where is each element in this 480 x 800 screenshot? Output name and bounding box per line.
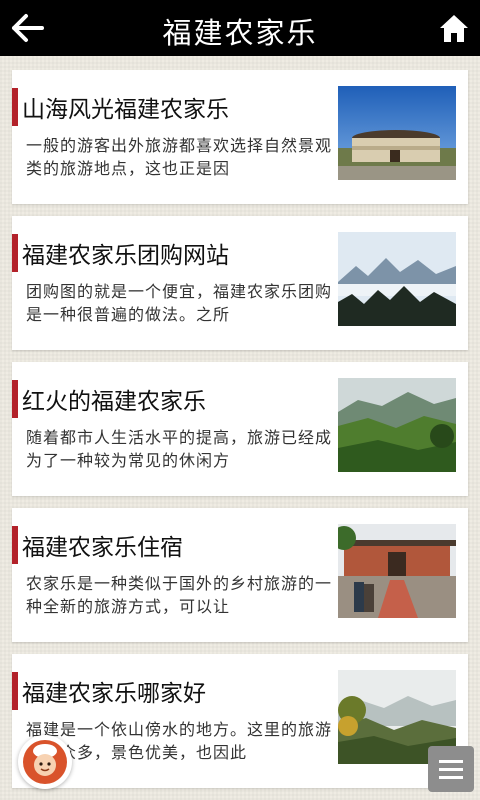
top-bar: 福建农家乐 [0,0,480,56]
article-card[interactable]: 山海风光福建农家乐 一般的游客出外旅游都喜欢选择自然景观类的旅游地点，这也正是因 [12,70,468,204]
article-title: 福建农家乐团购网站 [22,243,229,269]
article-title: 福建农家乐住宿 [22,535,183,561]
green-valley-photo [338,378,456,472]
mountain-peaks-photo [338,232,456,326]
article-thumbnail [338,524,456,618]
accent-bar [12,380,18,418]
article-summary: 农家乐是一种类似于国外的乡村旅游的一种全新的旅游方式，可以让 [26,574,333,616]
article-card[interactable]: 红火的福建农家乐 随着都市人生活水平的提高，旅游已经成为了一种较为常见的休闲方 [12,362,468,496]
article-thumbnail [338,378,456,472]
accent-bar [12,526,18,564]
article-title: 福建农家乐哪家好 [22,681,206,707]
article-card[interactable]: 福建农家乐住宿 农家乐是一种类似于国外的乡村旅游的一种全新的旅游方式，可以让 [12,508,468,642]
article-thumbnail [338,232,456,326]
article-summary: 福建是一个依山傍水的地方。这里的旅游景点众多，景色优美，也因此 [26,720,333,762]
article-summary: 一般的游客出外旅游都喜欢选择自然景观类的旅游地点，这也正是因 [26,136,333,178]
chef-avatar-button[interactable] [18,735,72,789]
accent-bar [12,88,18,126]
article-card[interactable]: 福建农家乐团购网站 团购图的就是一个便宜，福建农家乐团购是一种很普遍的做法。之所 [12,216,468,350]
page-title: 福建农家乐 [162,16,318,50]
article-thumbnail [338,86,456,180]
home-icon [440,15,468,42]
chef-avatar-icon [19,736,71,788]
article-summary: 团购图的就是一个便宜，福建农家乐团购是一种很普遍的做法。之所 [26,282,333,324]
home-button[interactable] [438,12,470,44]
menu-button[interactable] [428,746,474,792]
accent-bar [12,672,18,710]
article-title: 山海风光福建农家乐 [22,97,229,123]
article-summary: 随着都市人生活水平的提高，旅游已经成为了一种较为常见的休闲方 [26,428,333,470]
courtyard-photo [338,524,456,618]
article-title: 红火的福建农家乐 [22,389,206,415]
tulou-photo [338,86,456,180]
article-card[interactable]: 福建农家乐哪家好 福建是一个依山傍水的地方。这里的旅游景点众多，景色优美，也因此 [12,654,468,788]
accent-bar [12,234,18,272]
